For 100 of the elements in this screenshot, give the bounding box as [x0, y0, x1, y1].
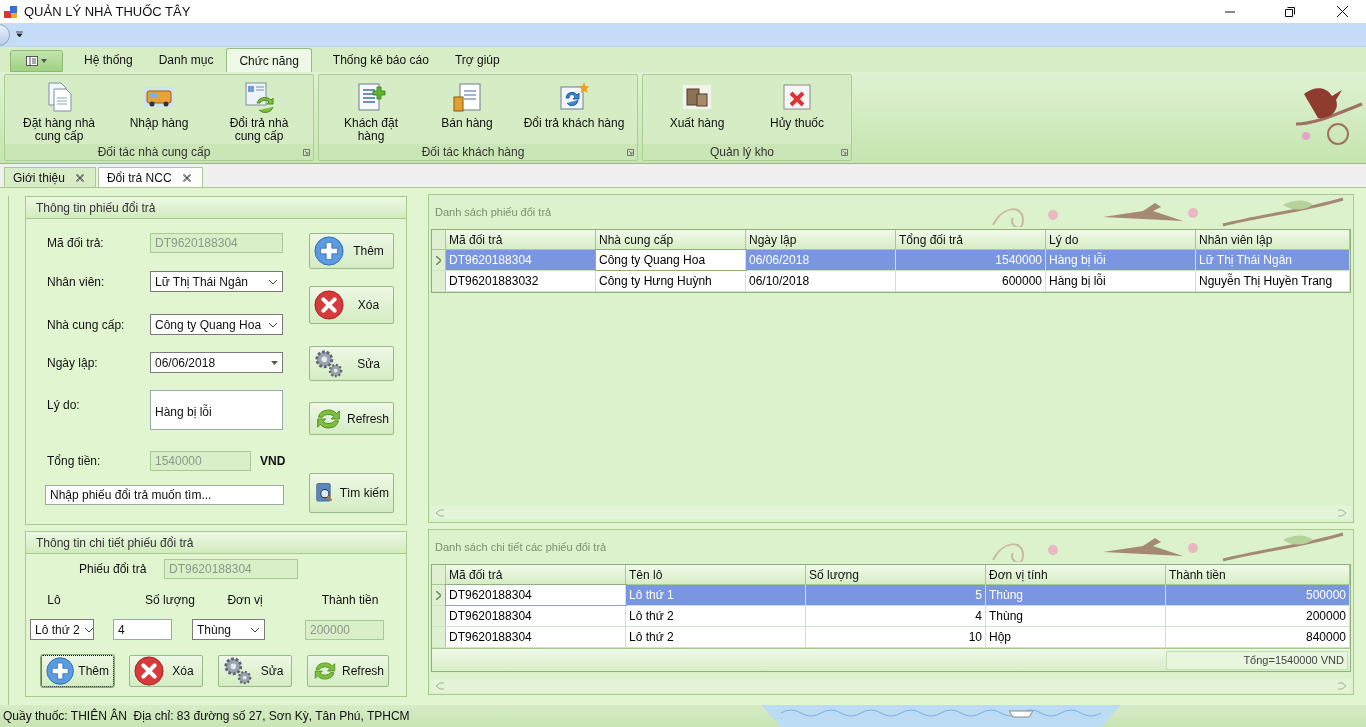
column-label: Thành tiền — [320, 592, 380, 609]
ribbon-tab[interactable]: Hệ thống — [71, 48, 146, 72]
list-add-icon — [355, 81, 387, 113]
column-header[interactable]: Số lượng — [806, 565, 986, 584]
column-label: Số lượng — [144, 592, 196, 609]
dropdown-arrow-icon — [271, 360, 278, 365]
column-header[interactable]: Ngày lập — [746, 230, 896, 249]
customize-toolbar-icon[interactable] — [16, 31, 23, 38]
table-row[interactable]: DT9620188304 Công ty Quang Hoa 06/06/2018 1540000 Hàng bị lỗi Lữ Thị Thái Ngân — [432, 250, 1350, 271]
add-button[interactable]: Thêm — [41, 655, 114, 687]
delete-icon — [134, 656, 164, 686]
table-cell: DT9620188304 — [446, 606, 626, 626]
dropdown-caret-icon — [250, 626, 260, 633]
dropdown[interactable]: Lô thứ 2 — [30, 619, 94, 640]
ribbon-tab[interactable]: Chức năng — [226, 48, 312, 72]
table-cell: Hộp — [986, 627, 1166, 647]
ribbon-tab[interactable]: Thống kê báo cáo — [319, 48, 442, 72]
ribbon-button[interactable]: Bán hàng — [419, 81, 515, 130]
search-button[interactable]: Tìm kiếm — [309, 473, 394, 513]
plus-icon — [314, 236, 344, 266]
scroll-right-icon[interactable] — [1337, 508, 1347, 517]
scroll-left-icon[interactable] — [435, 508, 445, 517]
ribbon-group-label: Đối tác nhà cung cấp — [96, 144, 212, 161]
app-icon — [4, 4, 18, 19]
date-picker[interactable]: 06/06/2018 — [150, 352, 283, 373]
ribbon-button[interactable]: Nhập hàng — [109, 81, 209, 130]
app-menu-button[interactable] — [10, 50, 63, 72]
row-pointer-icon — [436, 590, 441, 600]
input-field[interactable]: 4 — [113, 619, 172, 640]
ribbon-group-label: Quản lý kho — [708, 144, 775, 161]
delete-icon — [314, 290, 344, 320]
column-label: Lô — [46, 592, 62, 609]
field-label: Mã đối trả: — [47, 235, 105, 252]
table-cell: Lữ Thị Thái Ngân — [1196, 250, 1350, 270]
table-cell: Lô thứ 2 — [626, 627, 806, 647]
document-tab[interactable]: Đổi trả NCC — [97, 167, 203, 187]
scroll-left-icon[interactable] — [435, 681, 445, 690]
dropdown-caret-icon — [268, 321, 278, 328]
column-header[interactable]: Tổng đối trả — [896, 230, 1046, 249]
ribbon-tab[interactable]: Trợ giúp — [441, 48, 513, 72]
plus-icon — [46, 656, 75, 686]
dropdown[interactable]: Lữ Thị Thái Ngân — [150, 271, 283, 292]
ribbon-button[interactable]: Đặt hàng nhà cung cấp — [9, 81, 109, 143]
total-amount: Tổng=1540000 VND — [1166, 650, 1348, 670]
field-label: Phiếu đổi trả — [79, 561, 148, 578]
horizontal-scrollbar[interactable] — [431, 506, 1351, 519]
dropdown-caret-icon — [268, 278, 278, 285]
ribbon-button[interactable]: Đổi trả khách hàng — [515, 81, 633, 130]
refresh-star-icon — [558, 81, 590, 113]
dropdown[interactable]: Công ty Quang Hoa — [150, 314, 283, 335]
edit-button[interactable]: Sửa — [309, 346, 394, 381]
ribbon-button[interactable]: Xuất hàng — [647, 81, 747, 130]
document-tab[interactable]: Giới thiệu — [4, 167, 96, 187]
ribbon-button[interactable]: Hủy thuốc — [747, 81, 847, 130]
table-row[interactable]: DT9620188304 Lô thứ 2 4 Thùng 200000 — [432, 606, 1350, 627]
column-header[interactable]: Lý do — [1046, 230, 1196, 249]
field-label: Ngày lập: — [47, 354, 99, 372]
refresh-button[interactable]: Refresh — [309, 402, 394, 435]
table-row[interactable]: DT9620188304 Lô thứ 2 10 Hộp 840000 — [432, 627, 1350, 648]
dialog-launcher-icon[interactable] — [841, 148, 848, 156]
column-header[interactable]: Mã đối trả — [446, 230, 596, 249]
delete-button[interactable]: Xóa — [129, 655, 203, 687]
column-header[interactable]: Thành tiền — [1166, 565, 1350, 584]
refresh-button[interactable]: Refresh — [307, 655, 389, 687]
search-field[interactable]: Nhập phiếu đổi trả muốn tìm... — [45, 485, 284, 505]
gears-icon — [223, 656, 253, 686]
ribbon-button[interactable]: Khách đặt hàng — [323, 81, 419, 143]
table-cell: DT9620188304 — [446, 250, 596, 270]
column-header[interactable]: Nhân viên lập — [1196, 230, 1350, 249]
clipboard-icon — [451, 81, 483, 113]
horizontal-scrollbar[interactable] — [431, 679, 1351, 692]
table-cell: Lô thứ 1 — [626, 585, 806, 605]
panel-menu-icon — [25, 56, 48, 66]
row-header[interactable] — [432, 250, 446, 270]
cancel-document-icon — [781, 81, 813, 113]
scroll-right-icon[interactable] — [1337, 681, 1347, 690]
maximize-icon[interactable] — [1285, 6, 1295, 17]
group-header: Thông tin chi tiết phiếu đổi trả — [26, 532, 406, 554]
table-cell: Thùng — [986, 585, 1166, 605]
text-area[interactable]: Hàng bị lỗi — [150, 390, 283, 430]
column-header[interactable]: Tên lô — [626, 565, 806, 584]
row-header[interactable] — [432, 585, 446, 605]
table-cell: DT9620188304 — [446, 627, 626, 647]
dialog-launcher-icon[interactable] — [303, 148, 310, 156]
dropdown[interactable]: Thùng — [192, 619, 265, 640]
table-row[interactable]: DT9620188304 Lô thứ 1 5 Thùng 500000 — [432, 585, 1350, 606]
dialog-launcher-icon[interactable] — [627, 148, 634, 156]
column-header[interactable]: Đơn vị tính — [986, 565, 1166, 584]
ribbon-tab[interactable]: Danh mục — [145, 48, 227, 72]
delete-button[interactable]: Xóa — [309, 286, 394, 324]
ribbon-button[interactable]: Đổi trả nhà cung cấp — [209, 81, 309, 143]
edit-button[interactable]: Sửa — [218, 655, 292, 687]
dropdown-caret-icon — [83, 626, 94, 633]
add-button[interactable]: Thêm — [309, 233, 394, 269]
table-cell: Thùng — [986, 606, 1166, 626]
close-icon[interactable] — [1337, 6, 1348, 17]
table-cell: 06/10/2018 — [746, 271, 896, 291]
table-row[interactable]: DT96201883032 Công ty Hưng Huỳnh 06/10/2018 600000 Hàng bị lỗi Nguyễn Thị Huyền Trang — [432, 271, 1350, 292]
table-cell: Nguyễn Thị Huyền Trang — [1196, 271, 1350, 291]
form-refresh-icon — [243, 81, 275, 113]
